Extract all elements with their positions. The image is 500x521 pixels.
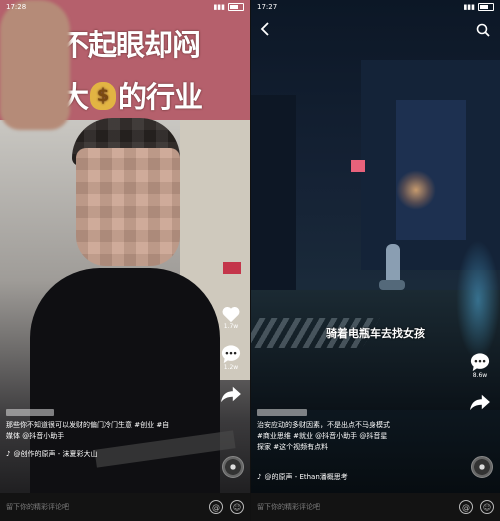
like-button[interactable]: 1.7w [221,305,241,330]
author-name-blur [257,408,307,416]
video-caption[interactable]: 治安应动的多财因素，不是出点不马身模式 #商业思维 #就业 @抖音小助手 @抖音… [257,420,462,453]
rider-figure [386,244,400,284]
status-time: 17:27 [257,3,278,11]
action-column: 1.7w 1.2w [220,305,242,403]
person-hand [0,0,70,130]
caption-line2: 媒体 @抖音小助手 [6,432,65,440]
action-column: 8.6w [469,352,491,411]
comment-button[interactable]: 8.6w [469,352,491,379]
comment-count: 1.2w [223,364,239,371]
music-disc-icon[interactable] [471,456,493,478]
left-screen: 17:28 ▮▮▮ 看着不起眼却闷 声发大的行业 1.7w 1.2w 那些你不知… [0,0,250,521]
music-title: @的原声 - Ethan潘概思考 [264,473,348,481]
street-lamp-glow [396,170,436,210]
heart-icon [222,306,240,323]
author-name[interactable] [257,407,307,418]
at-icon[interactable]: @ [209,500,223,514]
status-icons: ▮▮▮ [213,3,244,11]
pixelated-face [76,148,180,266]
caption-line1: 治安应动的多财因素，不是出点不马身模式 [257,421,390,429]
comment-input[interactable]: 留下你的精彩评论吧 [6,502,202,512]
status-icons: ▮▮▮ [463,3,494,11]
comment-icon [221,345,241,364]
share-button[interactable] [469,393,491,411]
comment-bar[interactable]: 留下你的精彩评论吧 @ ☺ [0,493,250,521]
scooter [379,280,405,290]
caption-line1: 那些你不知道很可以发财的偏门冷门生意 #创业 #自 [6,421,170,429]
status-bar: 17:28 ▮▮▮ [0,0,250,14]
share-icon [221,386,241,403]
battery-icon [478,3,494,11]
video-caption[interactable]: 那些你不知道很可以发财的偏门冷门生意 #创业 #自 媒体 @抖音小助手 [6,420,206,442]
like-count: 1.7w [223,323,239,330]
money-bag-icon [90,82,117,110]
search-icon[interactable] [476,23,490,37]
music-title: @创作的原声 - 沫夏彩大山 [13,450,98,458]
music-note-icon: ♪ [257,473,262,481]
share-icon [470,394,490,411]
signal-icon: ▮▮▮ [213,3,225,11]
comment-count: 8.6w [472,372,488,379]
person-body [30,268,220,521]
author-name-blur [6,408,54,416]
signal-icon: ▮▮▮ [463,3,475,11]
share-button[interactable] [220,385,242,403]
red-sign [351,160,365,172]
author-name[interactable] [6,407,54,418]
back-icon[interactable] [260,22,270,36]
status-time: 17:28 [6,3,27,11]
music-info[interactable]: ♪ @创作的原声 - 沫夏彩大山 [6,449,97,459]
at-icon[interactable]: @ [459,500,473,514]
comment-bar[interactable]: 留下你的精彩评论吧 @ ☺ [251,493,500,521]
comment-button[interactable]: 1.2w [220,344,242,371]
video-subtitle: 骑着电瓶车去找女孩 [326,327,425,340]
background-red-block [223,262,241,274]
music-note-icon: ♪ [6,450,11,458]
music-disc-icon[interactable] [222,456,244,478]
music-info[interactable]: ♪ @的原声 - Ethan潘概思考 [257,472,348,482]
comment-icon [470,353,490,372]
headline-line2-b: 的行业 [118,80,203,114]
comment-input[interactable]: 留下你的精彩评论吧 [257,502,452,512]
building-window [396,100,466,240]
caption-line3: 探家 #这个视频有点料 [257,443,329,451]
emoji-icon[interactable]: ☺ [230,500,244,514]
status-bar: 17:27 ▮▮▮ [251,0,500,14]
right-screen: 17:27 ▮▮▮ 骑着电瓶车去找女孩 8.6w 治安应动的多财因素，不是出点不… [251,0,500,521]
battery-icon [228,3,244,11]
caption-line2: #商业思维 #就业 @抖音小助手 @抖音星 [257,432,388,440]
cyan-light [456,240,500,360]
emoji-icon[interactable]: ☺ [480,500,494,514]
